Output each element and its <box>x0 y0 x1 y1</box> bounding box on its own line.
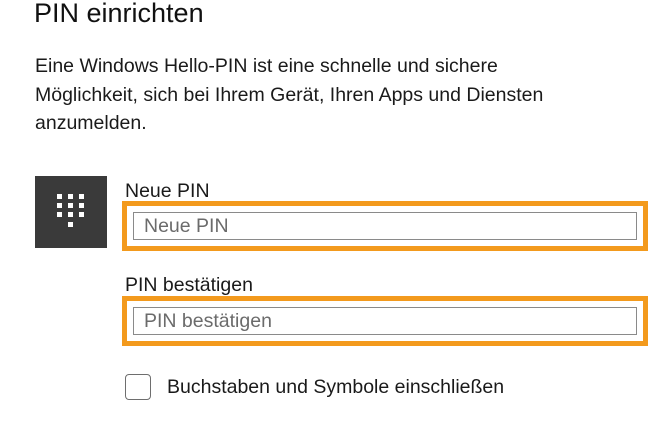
new-pin-highlight <box>122 201 648 251</box>
confirm-pin-label: PIN bestätigen <box>125 274 253 296</box>
new-pin-input[interactable] <box>133 212 637 240</box>
confirm-pin-input[interactable] <box>133 307 637 335</box>
include-letters-checkbox[interactable] <box>125 374 151 400</box>
description-text: Eine Windows Hello-PIN ist eine schnelle… <box>35 55 544 134</box>
page-title: PIN einrichten <box>34 0 204 28</box>
confirm-pin-highlight <box>122 296 648 346</box>
keypad-icon <box>35 176 107 248</box>
include-letters-label[interactable]: Buchstaben und Symbole einschließen <box>167 374 504 400</box>
new-pin-label: Neue PIN <box>125 180 210 202</box>
